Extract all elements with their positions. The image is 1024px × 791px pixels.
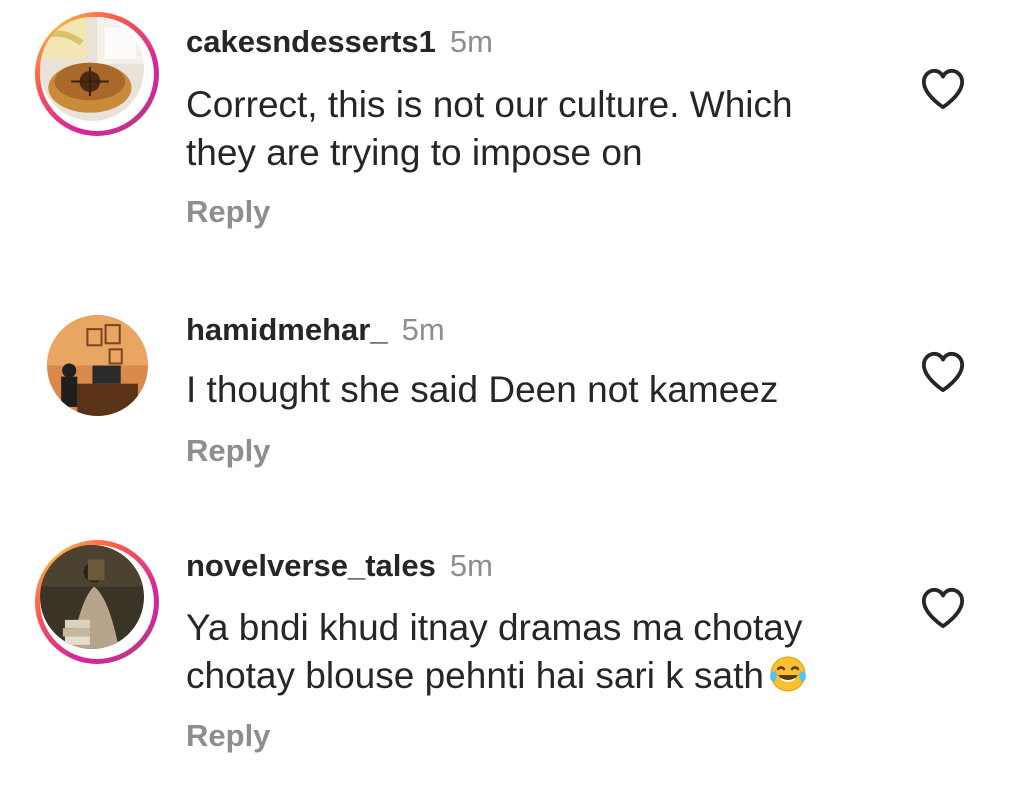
reply-button[interactable]: Reply (186, 433, 270, 469)
comment-text: Ya bndi khud itnay dramas ma chotay chot… (186, 604, 886, 700)
comment-meta: novelverse_tales 5m (186, 548, 493, 584)
heart-outline-icon[interactable] (920, 586, 966, 630)
avatar-story-ring[interactable] (35, 12, 159, 136)
avatar (40, 545, 144, 649)
avatar-room-image (47, 315, 148, 416)
comment-text: Correct, this is not our culture. Which … (186, 81, 886, 177)
comment-meta: hamidmehar_ 5m (186, 312, 445, 348)
avatar (40, 17, 144, 121)
face-with-tears-of-joy-emoji (768, 654, 808, 694)
comment-text-line: I thought she said Deen not kameez (186, 369, 779, 410)
comment-text: I thought she said Deen not kameez (186, 366, 886, 414)
timestamp: 5m (401, 312, 445, 347)
comment-item: hamidmehar_ 5m I thought she said Deen no… (0, 270, 1024, 500)
heart-outline-icon[interactable] (920, 350, 966, 394)
reply-button[interactable]: Reply (186, 718, 270, 754)
timestamp: 5m (449, 24, 493, 59)
username[interactable]: hamidmehar_ (186, 312, 388, 347)
comment-item: novelverse_tales 5m Ya bndi khud itnay dr… (0, 530, 1024, 791)
username[interactable]: cakesndesserts1 (186, 24, 436, 59)
avatar-reader-image (40, 545, 144, 649)
reply-button[interactable]: Reply (186, 194, 270, 230)
comment-meta: cakesndesserts1 5m (186, 24, 493, 60)
comment-text-line: chotay blouse pehnti hai sari k sath (186, 652, 886, 700)
avatar-cake-image (40, 17, 144, 121)
comment-text-line: Correct, this is not our culture. Which (186, 84, 793, 125)
comment-text-line-part: chotay blouse pehnti hai sari k sath (186, 655, 764, 696)
username[interactable]: novelverse_tales (186, 548, 436, 583)
heart-outline-icon[interactable] (920, 67, 966, 111)
comment-item: cakesndesserts1 5m Correct, this is not o… (0, 0, 1024, 260)
comment-text-line: Ya bndi khud itnay dramas ma chotay (186, 607, 803, 648)
avatar-story-ring[interactable] (35, 540, 159, 664)
comment-text-line: they are trying to impose on (186, 132, 643, 173)
avatar[interactable] (47, 315, 148, 416)
timestamp: 5m (449, 548, 493, 583)
